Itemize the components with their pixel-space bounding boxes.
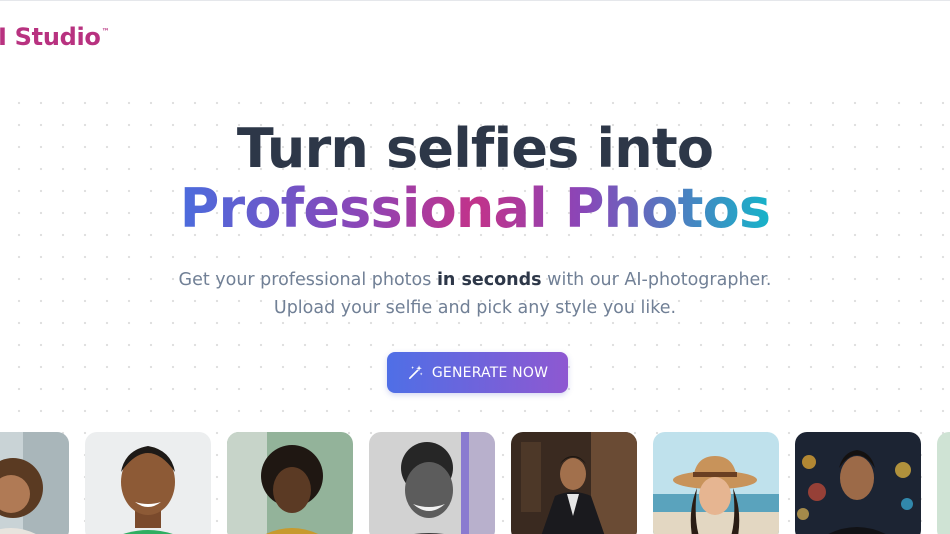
gallery-photo[interactable] [369,432,495,534]
brand-logo-text: I Studio [0,23,101,51]
gallery-photo[interactable] [937,432,950,534]
gallery-photo[interactable] [795,432,921,534]
subtitle-line-2: Upload your selfie and pick any style yo… [273,298,677,318]
sample-photo-gallery [0,432,950,534]
hero-subtitle: Get your professional photos in seconds … [0,266,950,322]
portrait-man-suit [511,432,637,534]
hero-title-line-1: Turn selfies into [236,117,714,180]
portrait-partial [937,432,950,534]
subtitle-text-start: Get your professional photos [178,270,437,290]
subtitle-emphasis: in seconds [436,270,542,290]
generate-now-button[interactable]: GENERATE NOW [387,352,568,393]
page: I Studio™ Turn selfies into Professional… [0,0,950,534]
portrait-man-night-city [795,432,921,534]
gallery-photo[interactable] [511,432,637,534]
magic-wand-icon [408,365,423,380]
subtitle-text-end: with our AI-photographer. [541,270,772,290]
top-navigation-bar: I Studio™ [0,0,950,84]
portrait-woman-beach-hat [653,432,779,534]
gallery-photo[interactable] [0,432,69,534]
hero-title-line-2: Professional Photos [0,178,950,240]
portrait-man-black-white [369,432,495,534]
portrait-woman-afro [227,432,353,534]
gallery-photo[interactable] [85,432,211,534]
gallery-photo[interactable] [227,432,353,534]
gallery-photo[interactable] [653,432,779,534]
portrait-man-smiling [85,432,211,534]
portrait-woman-curly-hair [0,432,69,534]
trademark-mark: ™ [101,27,110,36]
hero-title-gradient-text: Professional Photos [179,177,771,240]
brand-logo[interactable]: I Studio™ [0,23,110,51]
generate-now-label: GENERATE NOW [431,364,549,381]
